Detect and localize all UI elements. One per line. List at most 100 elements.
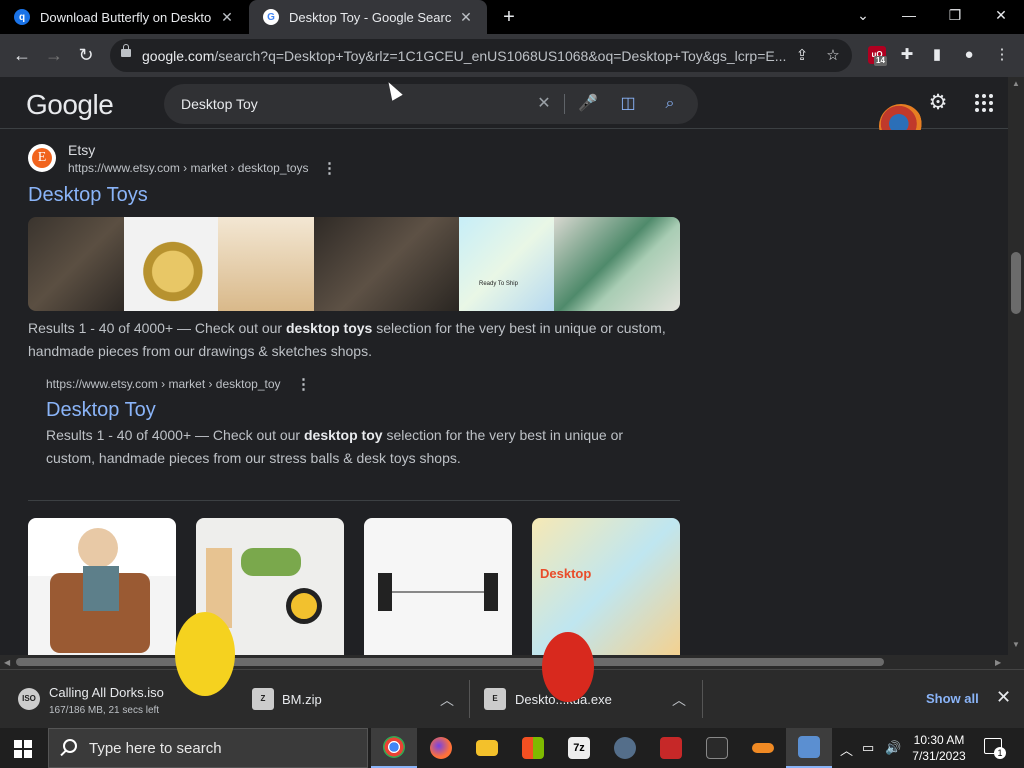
magnet-block	[484, 573, 498, 611]
search-query[interactable]: Desktop Toy	[181, 96, 258, 112]
bookmark-star-icon[interactable]: ☆	[823, 46, 843, 66]
downloads-bar: ISO Calling All Dorks.iso 167/186 MB, 21…	[0, 669, 1024, 728]
google-logo[interactable]: Google	[26, 89, 114, 121]
volume-icon[interactable]: 🔊	[885, 740, 901, 756]
scroll-right-icon[interactable]: ▶	[995, 658, 1001, 667]
magnet-line	[392, 591, 484, 593]
reload-button[interactable]: ↻	[73, 42, 99, 68]
file-explorer-taskbar-icon[interactable]	[464, 728, 510, 768]
scroll-down-icon[interactable]: ▼	[1012, 640, 1020, 649]
result-snippet: Results 1 - 40 of 4000+ — Check out our …	[46, 427, 624, 466]
close-downloads-bar-icon[interactable]: ✕	[996, 687, 1011, 708]
download-separator	[702, 680, 703, 718]
thumbnail-image[interactable]	[314, 217, 459, 311]
ublock-extension-icon[interactable]: uO 14	[868, 46, 887, 66]
horizontal-scroll-thumb[interactable]	[16, 658, 884, 666]
red-mascot	[542, 632, 594, 702]
dice-app-taskbar-icon[interactable]	[602, 728, 648, 768]
figure-head	[78, 528, 118, 568]
back-button[interactable]: ←	[9, 42, 35, 68]
site-favicon-icon: q	[14, 9, 30, 25]
extensions-puzzle-icon[interactable]: ✚	[895, 43, 919, 67]
vertical-scrollbar[interactable]: ▲ ▼	[1008, 77, 1024, 669]
minimize-button[interactable]: —	[886, 0, 932, 34]
firefox-taskbar-icon[interactable]	[418, 728, 464, 768]
thumbnail-image[interactable]	[124, 217, 218, 311]
taskbar-clock[interactable]: 10:30 AM 7/31/2023	[907, 732, 971, 764]
lock-icon	[121, 44, 131, 57]
orange-app-taskbar-icon[interactable]	[740, 728, 786, 768]
profile-icon[interactable]: ●	[957, 43, 981, 67]
address-bar[interactable]: google.com/search?q=Desktop+Toy&rlz=1C1G…	[110, 39, 852, 72]
etsy-favicon-icon: E	[28, 144, 56, 172]
result-more-options-icon[interactable]: ⋮	[322, 159, 337, 177]
voice-search-mic-icon[interactable]: 🎤	[577, 93, 599, 115]
search-divider	[564, 94, 565, 114]
share-icon[interactable]: ⇪	[792, 46, 812, 66]
scroll-up-icon[interactable]: ▲	[1012, 79, 1020, 88]
result-title-link[interactable]: Desktop Toy	[46, 399, 156, 422]
network-icon[interactable]: ▭	[862, 740, 874, 756]
red-app-taskbar-icon[interactable]	[648, 728, 694, 768]
section-divider	[28, 500, 680, 501]
tab-google-search[interactable]: G Desktop Toy - Google Search ✕	[249, 0, 487, 34]
browser-menu-icon[interactable]: ⋮	[990, 43, 1014, 67]
figure-app-taskbar-icon[interactable]	[694, 728, 740, 768]
clear-search-icon[interactable]: ✕	[533, 93, 555, 115]
new-tab-button[interactable]: +	[498, 6, 520, 28]
button-toy	[286, 588, 322, 624]
download-options-chevron-icon[interactable]: ︿	[440, 690, 454, 710]
result-breadcrumb[interactable]: https://www.etsy.com › market › desktop_…	[68, 161, 309, 175]
tab-search-chevron-icon[interactable]: ⌄	[840, 0, 886, 34]
figure-body	[83, 566, 119, 611]
product-card[interactable]	[364, 518, 512, 655]
close-tab-icon[interactable]: ✕	[457, 9, 475, 26]
result-snippet: Results 1 - 40 of 4000+ — Check out our …	[28, 320, 666, 359]
vertical-scroll-thumb[interactable]	[1011, 252, 1021, 314]
google-apps-grid-icon[interactable]	[975, 94, 993, 112]
product-card[interactable]: Desktop	[532, 518, 680, 655]
image-strip: Ready To Ship	[28, 217, 680, 311]
thumbnail-image[interactable]: Ready To Ship	[459, 217, 554, 311]
url-text[interactable]: google.com/search?q=Desktop+Toy&rlz=1C1G…	[142, 48, 790, 64]
chrome-taskbar-icon[interactable]	[371, 728, 417, 768]
download-options-chevron-icon[interactable]: ︿	[672, 690, 686, 710]
show-all-downloads-link[interactable]: Show all	[926, 691, 979, 706]
scroll-left-icon[interactable]: ◀	[4, 658, 10, 667]
google-search-box[interactable]: Desktop Toy ✕ 🎤 ◫ ⌕	[164, 84, 698, 124]
restore-button[interactable]: ❐	[932, 0, 978, 34]
side-panel-icon[interactable]: ▮	[925, 43, 949, 67]
close-window-button[interactable]: ✕	[978, 0, 1024, 34]
iso-file-icon: ISO	[18, 688, 40, 710]
tab-title: Download Butterfly on Desktop	[40, 9, 212, 25]
thumbnail-image[interactable]	[218, 217, 314, 311]
thumbnail-image[interactable]	[554, 217, 680, 311]
settings-gear-icon[interactable]: ⚙	[926, 91, 950, 115]
tab-title: Desktop Toy - Google Search	[289, 9, 451, 25]
control-panel-taskbar-icon[interactable]	[786, 728, 832, 768]
google-lens-icon[interactable]: ◫	[617, 93, 639, 115]
taskbar-search-box[interactable]: Type here to search	[48, 728, 368, 768]
taskbar-search-placeholder: Type here to search	[89, 740, 222, 757]
close-tab-icon[interactable]: ✕	[218, 9, 236, 26]
7zip-taskbar-icon[interactable]: 7z	[556, 728, 602, 768]
search-results: E Etsy https://www.etsy.com › market › d…	[0, 130, 1008, 655]
download-separator	[469, 680, 470, 718]
result-title-link[interactable]: Desktop Toys	[28, 184, 148, 207]
product-card[interactable]	[28, 518, 176, 655]
result-more-options-icon[interactable]: ⋮	[296, 375, 311, 393]
notification-center-icon[interactable]: 1	[984, 738, 1006, 759]
forward-button[interactable]: →	[41, 42, 67, 68]
download-item[interactable]: Z BM.zip ︿	[240, 670, 465, 728]
result-breadcrumb[interactable]: https://www.etsy.com › market › desktop_…	[46, 377, 281, 391]
horizontal-scrollbar[interactable]: ◀ ▶	[0, 655, 1008, 669]
show-hidden-icons-chevron-icon[interactable]: ︿	[840, 740, 853, 759]
result-site-name: Etsy	[68, 142, 96, 158]
microsoft-store-taskbar-icon[interactable]	[510, 728, 556, 768]
thumbnail-image[interactable]	[28, 217, 124, 311]
search-icon[interactable]: ⌕	[659, 93, 681, 115]
zip-file-icon: Z	[252, 688, 274, 710]
windows-start-icon[interactable]	[14, 740, 32, 758]
download-filename: Calling All Dorks.iso	[49, 685, 164, 700]
tab-download-butterfly[interactable]: q Download Butterfly on Desktop ✕	[0, 0, 248, 34]
